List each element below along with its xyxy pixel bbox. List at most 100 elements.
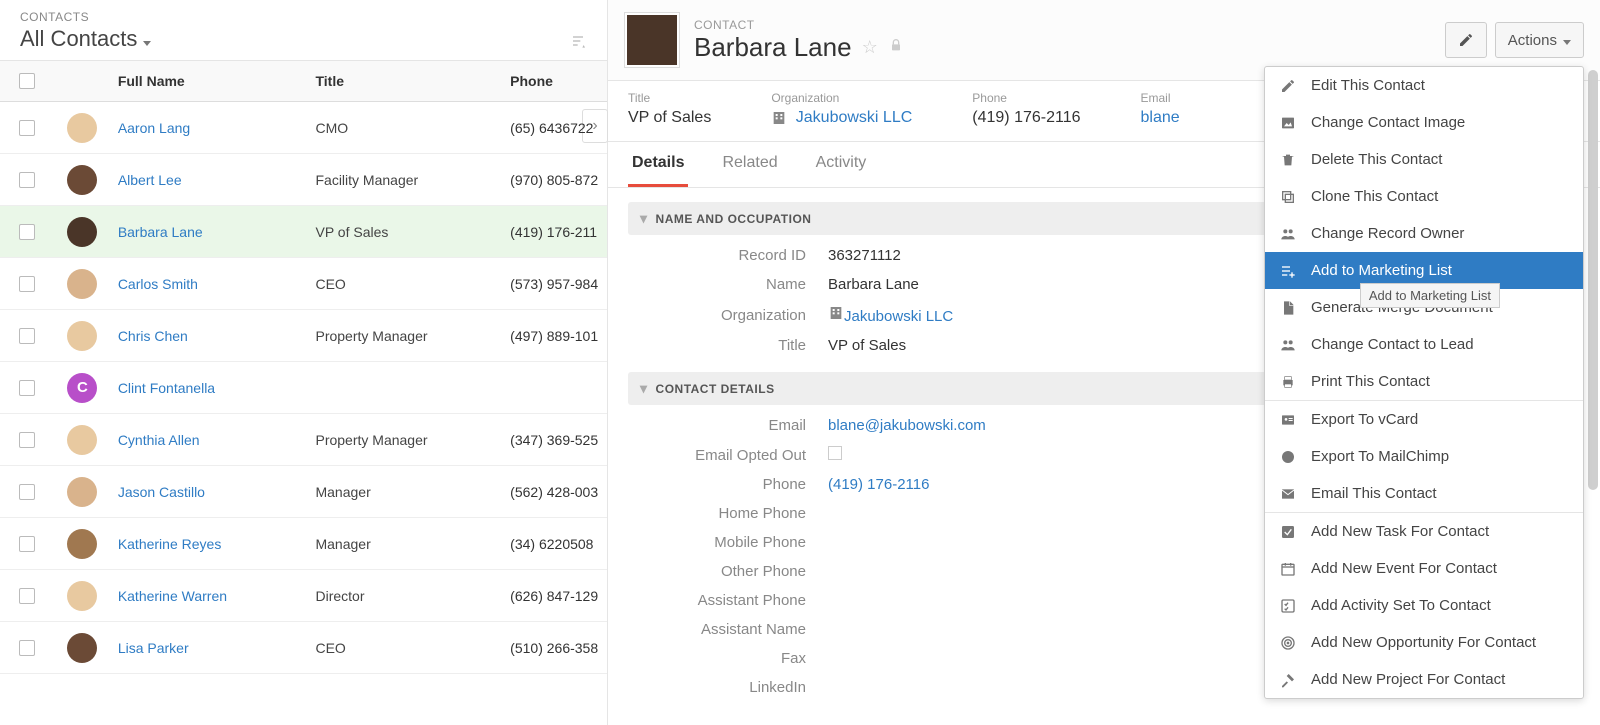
row-checkbox[interactable] (19, 120, 35, 136)
summary-phone-value: (419) 176-2116 (972, 109, 1080, 127)
caret-down-icon (143, 26, 151, 52)
contact-title: Manager (307, 484, 502, 500)
vertical-scrollbar[interactable] (1586, 0, 1600, 725)
row-checkbox[interactable] (19, 172, 35, 188)
contact-name-link[interactable]: Chris Chen (118, 328, 188, 344)
field-phone-value[interactable]: (419) 176-2116 (828, 476, 929, 493)
tab-related[interactable]: Related (718, 142, 781, 187)
contact-row[interactable]: Carlos SmithCEO(573) 957-984 (0, 258, 607, 310)
field-org-value[interactable]: Jakubowski LLC (828, 305, 953, 325)
list-settings-button[interactable] (571, 33, 587, 52)
contact-phone: (347) 369-525 (502, 432, 607, 448)
contact-phone: (562) 428-003 (502, 484, 607, 500)
contact-row[interactable]: Chris ChenProperty Manager(497) 889-101 (0, 310, 607, 362)
menu-export-mailchimp[interactable]: Export To MailChimp (1265, 438, 1583, 475)
menu-edit-contact[interactable]: Edit This Contact (1265, 67, 1583, 104)
column-header-phone[interactable]: Phone (502, 73, 607, 89)
summary-org-value[interactable]: Jakubowski LLC (771, 109, 912, 127)
menu-delete-contact[interactable]: Delete This Contact (1265, 141, 1583, 178)
contact-phone: (510) 266-358 (502, 640, 607, 656)
menu-add-activity-set[interactable]: Add Activity Set To Contact (1265, 587, 1583, 624)
column-header-title[interactable]: Title (307, 73, 502, 89)
field-opted-label: Email Opted Out (628, 447, 828, 464)
contact-name-link[interactable]: Albert Lee (118, 172, 182, 188)
contacts-panel: CONTACTS All Contacts Full Name Title Ph… (0, 0, 608, 725)
contact-name-link[interactable]: Lisa Parker (118, 640, 189, 656)
field-record-id-label: Record ID (628, 247, 828, 264)
row-checkbox[interactable] (19, 432, 35, 448)
contact-name-link[interactable]: Clint Fontanella (118, 380, 215, 396)
contacts-table-body: › Aaron LangCMO(65) 6436722Albert LeeFac… (0, 102, 607, 674)
tab-activity[interactable]: Activity (812, 142, 871, 187)
contact-row[interactable]: Cynthia Allen Property Manager(347) 369-5… (0, 414, 607, 466)
contact-row[interactable]: Barbara LaneVP of Sales(419) 176-211 (0, 206, 607, 258)
summary-title-label: Title (628, 91, 711, 105)
menu-clone-contact[interactable]: Clone This Contact (1265, 178, 1583, 215)
field-email-value[interactable]: blane@jakubowski.com (828, 417, 986, 434)
contact-row[interactable]: Albert LeeFacility Manager(970) 805-872 (0, 154, 607, 206)
row-checkbox[interactable] (19, 588, 35, 604)
actions-dropdown[interactable]: Actions (1495, 22, 1584, 58)
lock-icon (888, 37, 904, 58)
contact-row[interactable]: Lisa Parker CEO(510) 266-358 (0, 622, 607, 674)
select-all-checkbox[interactable] (19, 73, 35, 89)
column-header-name[interactable]: Full Name (110, 73, 308, 89)
star-icon[interactable]: ☆ (862, 37, 878, 58)
contact-phone: (970) 805-872 (502, 172, 607, 188)
menu-email-contact[interactable]: Email This Contact (1265, 475, 1583, 512)
menu-change-to-lead[interactable]: Change Contact to Lead (1265, 326, 1583, 363)
contact-phone: (65) 6436722 (502, 120, 607, 136)
avatar (67, 477, 97, 507)
row-checkbox[interactable] (19, 484, 35, 500)
contact-avatar[interactable] (624, 12, 680, 68)
contact-row[interactable]: Jason Castillo Manager(562) 428-003 (0, 466, 607, 518)
contact-row[interactable]: Katherine ReyesManager(34) 6220508 (0, 518, 607, 570)
field-org-label: Organization (628, 307, 828, 324)
field-record-id-value: 363271112 (828, 247, 901, 264)
contact-name-link[interactable]: Cynthia Allen (118, 432, 200, 448)
row-checkbox[interactable] (19, 536, 35, 552)
menu-add-task[interactable]: Add New Task For Contact (1265, 513, 1583, 550)
avatar (67, 165, 97, 195)
row-checkbox[interactable] (19, 328, 35, 344)
row-checkbox[interactable] (19, 640, 35, 656)
summary-email-value[interactable]: blane (1141, 109, 1180, 127)
menu-export-vcard[interactable]: Export To vCard (1265, 401, 1583, 438)
contact-name-link[interactable]: Jason Castillo (118, 484, 205, 500)
contact-name-link[interactable]: Katherine Warren (118, 588, 227, 604)
contact-title: CEO (307, 640, 502, 656)
row-checkbox[interactable] (19, 276, 35, 292)
contact-name-link[interactable]: Barbara Lane (118, 224, 203, 240)
contact-detail-panel: CONTACT Barbara Lane ☆ Actions (608, 0, 1600, 725)
email-opted-out-checkbox[interactable] (828, 446, 842, 460)
menu-add-opportunity[interactable]: Add New Opportunity For Contact (1265, 624, 1583, 661)
hammer-icon (1279, 672, 1297, 688)
contact-row[interactable]: C Clint Fontanella (0, 362, 607, 414)
avatar (67, 269, 97, 299)
menu-change-owner[interactable]: Change Record Owner (1265, 215, 1583, 252)
tab-details[interactable]: Details (628, 142, 688, 187)
contact-name-link[interactable]: Katherine Reyes (118, 536, 222, 552)
avatar: C (67, 373, 97, 403)
field-assistant-name-label: Assistant Name (628, 621, 828, 638)
field-other-phone-label: Other Phone (628, 563, 828, 580)
contact-row[interactable]: Katherine WarrenDirector(626) 847-129 (0, 570, 607, 622)
menu-change-image[interactable]: Change Contact Image (1265, 104, 1583, 141)
edit-button[interactable] (1445, 22, 1487, 58)
contact-row[interactable]: Aaron LangCMO(65) 6436722 (0, 102, 607, 154)
contact-name-link[interactable]: Carlos Smith (118, 276, 198, 292)
contact-name-link[interactable]: Aaron Lang (118, 120, 190, 136)
summary-org-label: Organization (771, 91, 912, 105)
contact-title: Property Manager (307, 432, 502, 448)
contacts-view-dropdown[interactable]: All Contacts (20, 26, 151, 52)
menu-print-contact[interactable]: Print This Contact (1265, 363, 1583, 400)
contact-name: Barbara Lane (694, 32, 852, 63)
menu-add-event[interactable]: Add New Event For Contact (1265, 550, 1583, 587)
row-checkbox[interactable] (19, 224, 35, 240)
row-checkbox[interactable] (19, 380, 35, 396)
building-icon (771, 110, 787, 126)
menu-add-project[interactable]: Add New Project For Contact (1265, 661, 1583, 698)
avatar (67, 217, 97, 247)
target-icon (1279, 635, 1297, 651)
avatar (67, 425, 97, 455)
